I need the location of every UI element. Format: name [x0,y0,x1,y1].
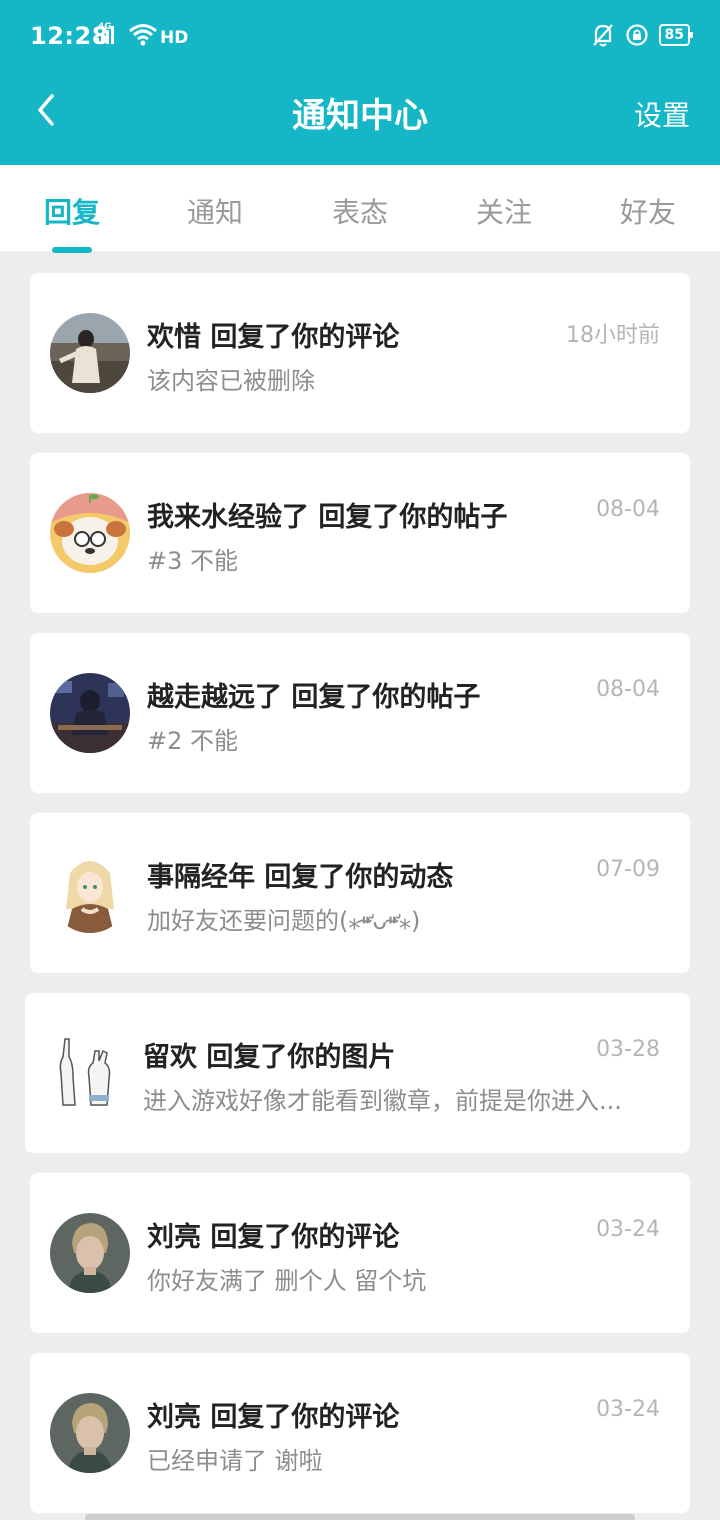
tab-bar: 回复 通知 表态 关注 好友 [0,165,720,253]
battery-icon: 85 [658,24,694,46]
reply-title: 刘亮 回复了你的评论 [147,1402,400,1433]
reply-time: 07-09 [596,857,660,882]
list-item[interactable]: 越走越远了 回复了你的帖子 08-04 #2 不能 [30,633,690,793]
reply-content: 你好友满了 删个人 留个坑 [147,1267,427,1295]
signal-icon: 4G [96,22,114,44]
tab-replies[interactable]: 回复 [22,191,122,231]
reply-title: 留欢 回复了你的图片 [143,1042,396,1073]
hd-label: HD [160,28,189,48]
reply-time: 03-28 [596,1037,660,1062]
avatar[interactable] [50,1393,130,1473]
reply-title: 我来水经验了 回复了你的帖子 [147,502,508,533]
avatar[interactable] [45,1033,125,1113]
reply-title: 刘亮 回复了你的评论 [147,1222,400,1253]
reply-time: 18小时前 [566,323,660,348]
reply-time: 03-24 [596,1217,660,1242]
wifi-icon [129,24,157,46]
avatar[interactable] [50,673,130,753]
reply-title: 欢惜 回复了你的评论 [147,322,400,353]
tab-reactions[interactable]: 表态 [310,191,410,231]
reply-time: 08-04 [596,677,660,702]
avatar[interactable] [50,853,130,933]
top-bar: 12:28 4G HD 85 通知中心 设置 [0,0,720,165]
tab-follows[interactable]: 关注 [454,191,554,231]
reply-content: #2 不能 [147,727,239,755]
avatar[interactable] [50,313,130,393]
scroll-indicator [85,1514,635,1520]
reply-content: 进入游戏好像才能看到徽章，前提是你进入... [143,1087,622,1115]
list-item[interactable]: 事隔经年 回复了你的动态 07-09 加好友还要问题的(⁎⁍̴̛ᴗ⁍̴̛⁎) [30,813,690,973]
tab-notifications[interactable]: 通知 [165,191,265,231]
reply-content: 加好友还要问题的(⁎⁍̴̛ᴗ⁍̴̛⁎) [147,907,421,935]
reply-title: 越走越远了 回复了你的帖子 [147,682,481,713]
tab-friends[interactable]: 好友 [598,191,698,231]
list-item[interactable]: 刘亮 回复了你的评论 03-24 你好友满了 删个人 留个坑 [30,1173,690,1333]
active-tab-indicator [52,247,92,253]
avatar[interactable] [50,1213,130,1293]
network-tag: 4G [98,22,112,32]
reply-title: 事隔经年 回复了你的动态 [147,862,454,893]
list-item[interactable]: 我来水经验了 回复了你的帖子 08-04 #3 不能 [30,453,690,613]
avatar[interactable] [50,493,130,573]
list-item[interactable]: 欢惜 回复了你的评论 18小时前 该内容已被删除 [30,273,690,433]
reply-content: 已经申请了 谢啦 [147,1447,323,1475]
reply-time: 08-04 [596,497,660,522]
reply-content: 该内容已被删除 [147,367,315,395]
rotation-lock-icon [625,24,648,46]
reply-content: #3 不能 [147,547,239,575]
list-item[interactable]: 留欢 回复了你的图片 03-28 进入游戏好像才能看到徽章，前提是你进入... [25,993,690,1153]
list-item[interactable]: 刘亮 回复了你的评论 03-24 已经申请了 谢啦 [30,1353,690,1513]
page-title: 通知中心 [292,96,428,136]
status-bar: 12:28 4G HD 85 [0,0,720,70]
reply-time: 03-24 [596,1397,660,1422]
nav-bar: 通知中心 设置 [0,70,720,165]
settings-button[interactable]: 设置 [634,94,690,134]
bell-mute-icon [592,24,613,47]
